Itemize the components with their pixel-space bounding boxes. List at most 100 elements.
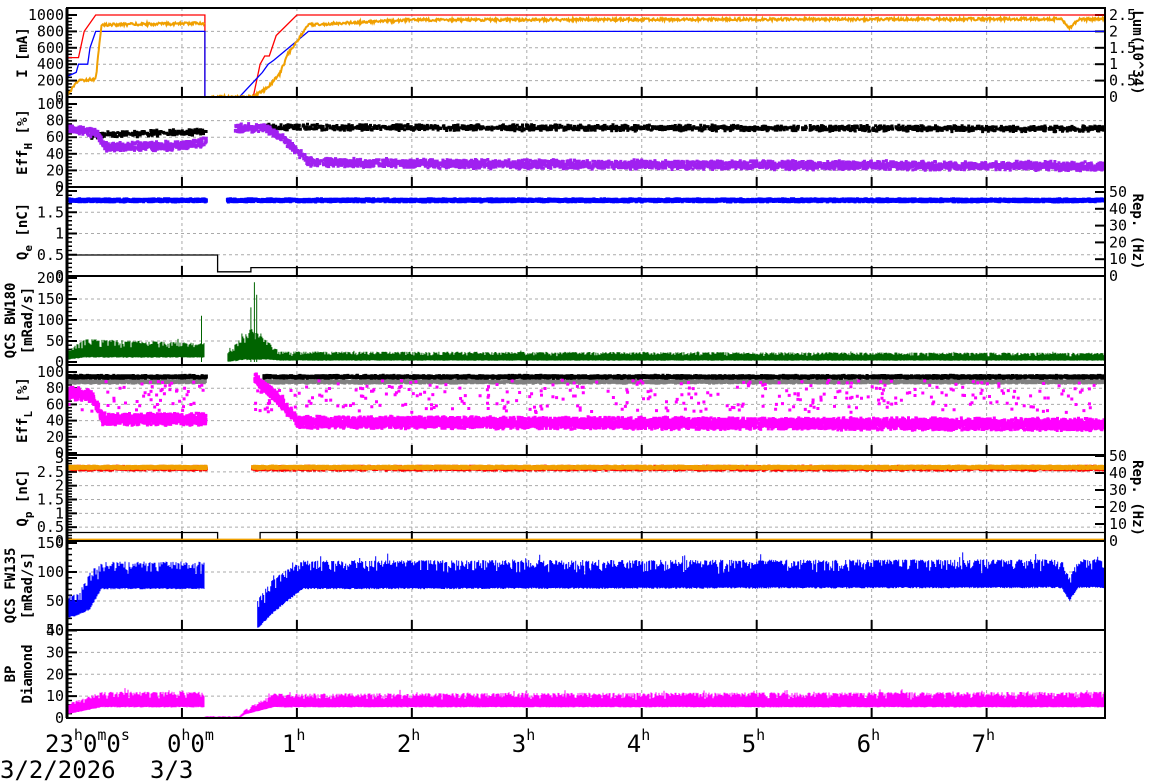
y-axis-label: Qe [nC] (15, 203, 35, 260)
grid-lines (67, 97, 1105, 187)
right-axis-label: Rep. (Hz) (1129, 460, 1145, 536)
y-tick-label: 50 (46, 332, 64, 350)
series-ler-current (67, 14, 1105, 97)
y-label-main: Q (15, 518, 31, 526)
x-tick-unit: h (986, 726, 995, 744)
panel-eff-her: 020406080100EffH [%] (15, 95, 1106, 196)
y-axis-label: BP (3, 666, 19, 683)
y-label-gap (15, 237, 31, 245)
y-label-unit: [%] (15, 377, 31, 402)
y-tick-label: 100 (37, 95, 64, 113)
series-qe-blue (67, 197, 1105, 204)
x-tick-digit: 4 (627, 730, 641, 758)
y-axis-label: Qp [nC] (15, 469, 35, 526)
right-tick-label: 40 (1109, 464, 1127, 482)
beam-monitor-chart: 0200400600800100000.511.522.5Lum(10^34)I… (0, 6, 1145, 782)
panel-current: 0200400600800100000.511.522.5Lum(10^34)I… (15, 6, 1145, 106)
y-tick-label: 150 (37, 534, 64, 552)
series-diamond-dose (67, 688, 1105, 718)
series-group (67, 197, 1105, 273)
x-tick-digit: 0 (167, 730, 181, 758)
x-tick-digit: 2 (45, 730, 59, 758)
series-group (67, 282, 1105, 362)
y-axis-unit-label: Diamond (20, 644, 36, 703)
x-tick-digit: 6 (857, 730, 871, 758)
series-rep-e (67, 254, 1105, 273)
y-tick-label: 50 (46, 592, 64, 610)
right-axis-label: Lum(10^34) (1129, 10, 1145, 94)
panel-charge-p: 00.511.522.5301020304050Rep. (Hz)Qp [nC] (15, 447, 1145, 550)
x-tick-digit: 0 (106, 730, 120, 758)
panel-charge-e: 00.511.5201020304050Rep. (Hz)Qe [nC] (15, 182, 1145, 285)
right-tick-label: 20 (1109, 498, 1127, 516)
series-group (67, 464, 1105, 541)
y-axis-label: QCS FW135 (3, 548, 19, 624)
y-label-unit: [%] (15, 109, 31, 134)
y-tick-label: 2 (55, 182, 64, 200)
y-axis-label: EffH [%] (15, 109, 35, 175)
x-tick-label: 23h0m0s (45, 726, 130, 758)
right-tick-label: 0 (1109, 267, 1118, 285)
y-tick-label: 100 (37, 563, 64, 581)
x-tick-label: 3h (512, 726, 535, 758)
x-tick-unit: h (74, 726, 83, 744)
panel-diamond: 0 10 20 30 40 BP Diamond (3, 622, 1106, 727)
y-tick-label: 100 (37, 363, 64, 381)
y-tick-label: 150 (37, 290, 64, 308)
x-tick-label: 1h (282, 726, 305, 758)
x-tick-unit: h (756, 726, 765, 744)
y-axis-unit-label: [mRad/s] (20, 552, 36, 619)
x-date-label: 3/2/2026 (0, 756, 116, 782)
y-label-main: Eff (15, 418, 31, 443)
x-tick-unit: h (641, 726, 650, 744)
y-tick-label: 200 (37, 269, 64, 287)
x-tick-digit: 2 (397, 730, 411, 758)
right-tick-label: 50 (1109, 183, 1127, 201)
y-label-main: Eff (15, 150, 31, 175)
y-tick-label: 30 (46, 643, 64, 661)
x-tick-unit: s (121, 726, 130, 744)
right-tick-label: 2 (1109, 22, 1118, 40)
y-tick-label: 40 (46, 622, 64, 640)
x-tick-digit: 7 (972, 730, 986, 758)
x-axis: 23h0m0s 0h0m 1h 2h 3h 4h 5h 6h 7h3/2/2026 3/3 (0, 726, 995, 782)
y-tick-label: 100 (37, 311, 64, 329)
x-tick-label: 0h0m (167, 726, 214, 758)
series-group (67, 122, 1105, 173)
y-tick-label: 20 (46, 665, 64, 683)
x-tick-unit: h (871, 726, 880, 744)
series-bw180-dose (67, 282, 1105, 362)
y-tick-label: 80 (46, 112, 64, 130)
x-tick-digit: 3 (59, 730, 73, 758)
x-tick-digit: 0 (83, 730, 97, 758)
x-tick-digit: 5 (742, 730, 756, 758)
y-tick-label: 20 (46, 428, 64, 446)
series-group (67, 688, 1105, 718)
x-tick-label: 2h (397, 726, 420, 758)
y-tick-label: 400 (37, 55, 64, 73)
right-tick-label: 30 (1109, 217, 1127, 235)
series-group (67, 14, 1105, 97)
grid-lines (67, 276, 1105, 365)
series-luminosity (67, 14, 1105, 97)
y-tick-label: 1000 (28, 6, 64, 24)
series-qp-orange (67, 464, 1105, 471)
series-group (67, 372, 1105, 433)
y-label-unit: [nC] (15, 203, 31, 237)
y-label-unit: [nC] (15, 469, 31, 503)
y-tick-label: 0 (55, 709, 64, 727)
y-tick-label: 40 (46, 412, 64, 430)
y-tick-label: 60 (46, 395, 64, 413)
y-label-gap (15, 134, 31, 142)
y-label-subscript: H (22, 143, 35, 150)
y-tick-label: 80 (46, 379, 64, 397)
x-tick-digit: 1 (282, 730, 296, 758)
panel-bw180: 050100150200QCS BW180 [mRad/s] (3, 269, 1106, 371)
x-tick-digit: 3 (512, 730, 526, 758)
panel-frame (66, 96, 1106, 188)
right-tick-label: 50 (1109, 447, 1127, 465)
y-tick-label: 600 (37, 39, 64, 57)
x-tick-unit: m (205, 726, 214, 744)
y-tick-label: 1.5 (37, 203, 64, 221)
x-tick-unit: h (526, 726, 535, 744)
